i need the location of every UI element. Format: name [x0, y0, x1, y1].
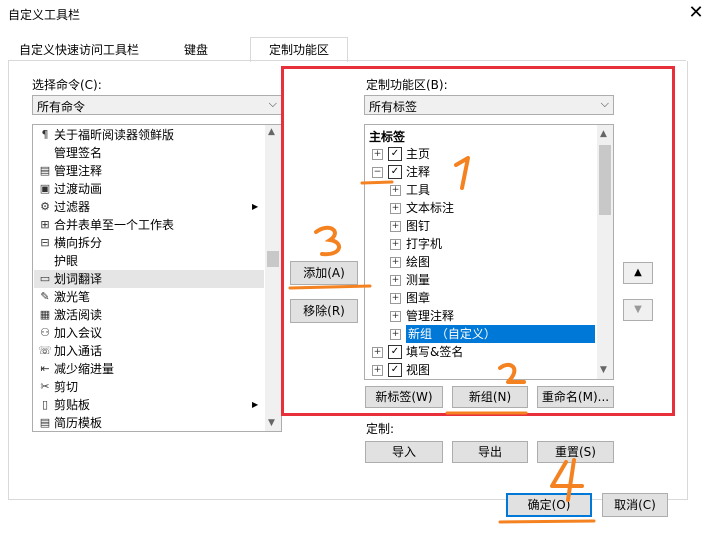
annotation-4: [498, 458, 596, 524]
annotation-2: [445, 362, 528, 415]
annotation-1: [360, 156, 470, 190]
annotation-3: [288, 225, 372, 290]
annotation-overlay: [288, 156, 596, 524]
